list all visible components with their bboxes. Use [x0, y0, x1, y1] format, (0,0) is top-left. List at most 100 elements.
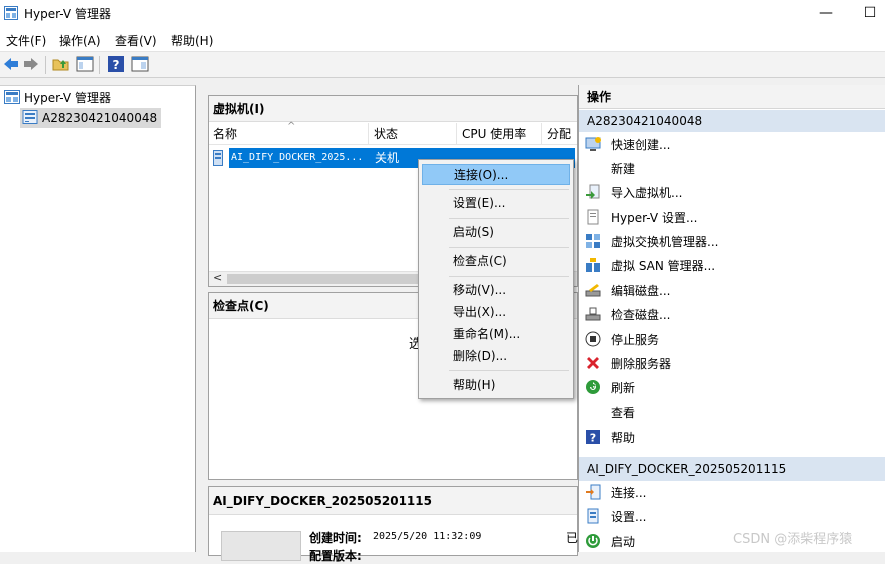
vm-table-header: 名称 ^ 状态 CPU 使用率 分配: [209, 121, 577, 145]
ctx-export[interactable]: 导出(X)...: [422, 302, 570, 323]
help-icon: ?: [586, 430, 600, 445]
action-label: 虚拟 SAN 管理器...: [611, 259, 716, 273]
action-label: 停止服务: [611, 333, 660, 347]
window-title: Hyper-V 管理器: [24, 7, 111, 21]
ctx-move[interactable]: 移动(V)...: [422, 280, 570, 301]
actions-server-section[interactable]: A28230421040048: [579, 110, 885, 132]
action-vm-start[interactable]: 启动: [585, 531, 635, 553]
action-label: 连接...: [611, 486, 647, 500]
ctx-help[interactable]: 帮助(H): [422, 375, 570, 396]
action-label: 设置...: [611, 510, 647, 524]
action-quick-create[interactable]: 快速创建...: [585, 134, 670, 156]
inspect-disk-icon: [585, 307, 601, 321]
action-label: 虚拟交换机管理器...: [611, 235, 719, 249]
ctx-separator: [449, 370, 569, 371]
created-value: 2025/5/20 11:32:09: [373, 531, 482, 542]
back-arrow-icon[interactable]: [2, 55, 20, 73]
column-cpu[interactable]: CPU 使用率: [458, 123, 542, 145]
ctx-delete[interactable]: 删除(D)...: [422, 346, 570, 367]
title-bar: Hyper-V 管理器 — ☐: [0, 0, 885, 28]
scroll-left-icon[interactable]: <: [213, 271, 222, 284]
details-panel-title: AI_DIFY_DOCKER_202505201115: [209, 487, 577, 515]
forward-arrow-icon[interactable]: [22, 55, 40, 73]
action-inspect-disk[interactable]: 检查磁盘...: [585, 304, 670, 326]
actions-title: 操作: [579, 85, 885, 109]
show-hide-tree-icon[interactable]: [76, 55, 94, 73]
tree-item-server[interactable]: A28230421040048: [20, 108, 162, 128]
action-label: 检查磁盘...: [611, 308, 671, 322]
created-label: 创建时间:: [309, 531, 362, 545]
tree-item-root[interactable]: Hyper-V 管理器: [4, 88, 111, 108]
blank-icon: [585, 160, 601, 176]
ctx-separator: [449, 189, 569, 190]
column-assigned[interactable]: 分配: [543, 123, 583, 145]
ctx-checkpoint[interactable]: 检查点(C): [422, 251, 570, 272]
up-folder-icon[interactable]: [52, 55, 70, 73]
import-vm-icon: [586, 184, 600, 199]
refresh-icon: [586, 380, 600, 394]
hyperv-settings-icon: [587, 209, 599, 225]
action-label: 编辑磁盘...: [611, 284, 671, 298]
action-refresh[interactable]: 刷新: [585, 377, 635, 399]
hyperv-app-icon: [4, 6, 18, 20]
action-virtual-san[interactable]: 虚拟 SAN 管理器...: [585, 255, 715, 277]
action-edit-disk[interactable]: 编辑磁盘...: [585, 280, 670, 302]
menu-file[interactable]: 文件(F): [6, 32, 46, 49]
vm-panel-title: 虚拟机(I): [209, 96, 577, 122]
minimize-button[interactable]: —: [803, 0, 849, 28]
start-icon: [586, 534, 600, 548]
tree-server-label: A28230421040048: [42, 111, 158, 125]
virtual-switch-icon: [586, 234, 600, 248]
action-help[interactable]: ? 帮助: [585, 427, 635, 449]
ctx-separator: [449, 276, 569, 277]
ctx-rename[interactable]: 重命名(M)...: [422, 324, 570, 345]
sort-caret-icon: ^: [287, 121, 296, 132]
tree-root-label: Hyper-V 管理器: [24, 91, 111, 105]
toolbar-separator: [45, 56, 46, 74]
vm-name-cell: AI_DIFY_DOCKER_2025...: [229, 148, 371, 168]
actions-vm-section[interactable]: AI_DIFY_DOCKER_202505201115: [579, 457, 885, 481]
menu-action[interactable]: 操作(A): [59, 32, 101, 49]
action-view[interactable]: 查看: [585, 402, 635, 424]
server-icon: [22, 110, 38, 124]
menu-view[interactable]: 查看(V): [115, 32, 157, 49]
vm-icon: [213, 150, 223, 166]
action-vm-settings[interactable]: 设置...: [585, 506, 646, 528]
toolbar-separator: [99, 56, 100, 74]
ctx-connect[interactable]: 连接(O)...: [422, 164, 570, 185]
svg-text:?: ?: [113, 58, 120, 72]
ctx-separator: [449, 247, 569, 248]
action-remove-server[interactable]: 删除服务器: [585, 353, 671, 375]
context-menu: 连接(O)... 设置(E)... 启动(S) 检查点(C) 移动(V)... …: [418, 159, 574, 399]
action-hyperv-settings[interactable]: Hyper-V 设置...: [585, 207, 697, 229]
action-label: 帮助: [611, 431, 636, 445]
scrollbar-thumb[interactable]: [227, 274, 427, 284]
actions-pane: 操作 A28230421040048 快速创建... 新建 导入虚拟机... H…: [578, 85, 885, 552]
config-version-label: 配置版本:: [309, 549, 362, 563]
ctx-separator: [449, 218, 569, 219]
action-label: 查看: [611, 406, 636, 420]
show-hide-action-pane-icon[interactable]: [131, 55, 149, 73]
edit-disk-icon: [585, 284, 601, 297]
menu-help[interactable]: 帮助(H): [171, 32, 213, 49]
action-vm-connect[interactable]: 连接...: [585, 482, 646, 504]
menu-bar: 文件(F) 操作(A) 查看(V) 帮助(H): [0, 28, 885, 52]
column-state[interactable]: 状态: [370, 123, 457, 145]
action-label: 快速创建...: [611, 138, 671, 152]
maximize-button[interactable]: ☐: [847, 0, 885, 28]
ctx-start[interactable]: 启动(S): [422, 222, 570, 243]
watermark-text: CSDN @添柴程序猿: [733, 532, 853, 547]
help-icon[interactable]: ?: [107, 55, 125, 73]
details-cut-text: 已: [566, 531, 579, 545]
connect-icon: [586, 484, 601, 500]
action-stop-service[interactable]: 停止服务: [585, 329, 659, 351]
action-import-vm[interactable]: 导入虚拟机...: [585, 182, 682, 204]
svg-text:?: ?: [590, 432, 596, 445]
remove-server-icon: [587, 357, 599, 369]
action-label: 刷新: [611, 381, 636, 395]
navigation-tree: Hyper-V 管理器 A28230421040048: [0, 85, 196, 552]
ctx-settings[interactable]: 设置(E)...: [422, 193, 570, 214]
stop-service-icon: [585, 331, 601, 347]
action-virtual-switch[interactable]: 虚拟交换机管理器...: [585, 231, 718, 253]
action-new[interactable]: 新建: [585, 158, 635, 180]
